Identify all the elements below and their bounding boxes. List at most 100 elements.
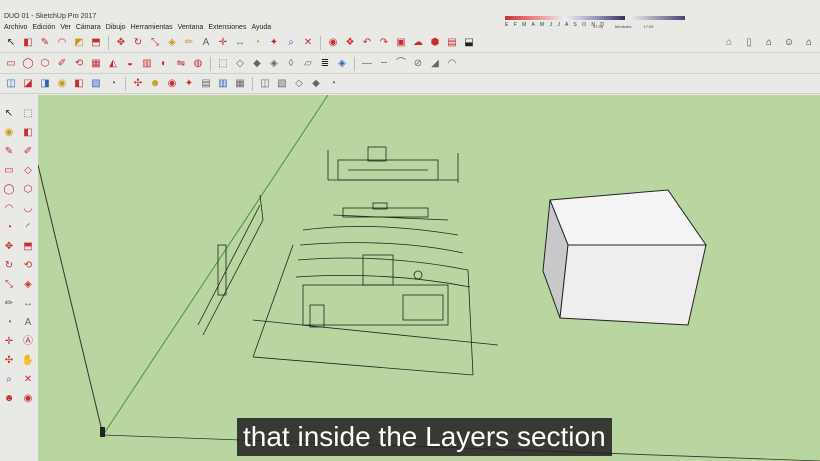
follow-me-icon[interactable]: ⟲ [21,259,35,273]
position-icon[interactable]: ✦ [182,77,196,91]
axes-icon[interactable]: ✛ [2,335,16,349]
freehand-icon[interactable]: ✐ [55,57,69,71]
hidden-line-icon[interactable]: ◇ [233,57,247,71]
house-icon[interactable]: ⌂ [722,36,736,50]
xray-icon[interactable]: ▱ [301,57,315,71]
rectangle-icon[interactable]: ▭ [2,164,16,178]
circle-icon[interactable]: ◯ [21,57,35,71]
shadows-icon[interactable]: ◔ [326,77,340,91]
3pt-arc-icon[interactable]: ◜ [21,221,35,235]
cloud-upload-icon[interactable]: ⬓ [462,36,476,50]
section-plane-icon[interactable]: ▤ [199,77,213,91]
outliner-icon[interactable]: ▧ [275,77,289,91]
freehand-icon[interactable]: ✐ [21,145,35,159]
arc2-icon[interactable]: ◡ [21,202,35,216]
iso-view-icon[interactable]: ◫ [4,77,18,91]
house-outline-icon[interactable]: ⌂ [802,36,816,50]
document-icon[interactable]: ▯ [742,36,756,50]
menu-ver[interactable]: Ver [60,24,71,31]
protractor-icon[interactable]: ◔ [2,316,16,330]
profile-icon[interactable]: ⌒ [394,57,408,71]
stamp-icon[interactable]: ▥ [140,57,154,71]
look-around-icon[interactable]: ◉ [21,392,35,406]
paint-bucket-icon[interactable]: ◉ [2,126,16,140]
orbit-icon[interactable]: ✣ [2,354,16,368]
shape-icon[interactable]: ◩ [72,36,86,50]
select-icon[interactable]: ↖ [4,36,18,50]
menu-dibujo[interactable]: Dibujo [106,24,126,31]
axes-icon[interactable]: ✛ [216,36,230,50]
eraser-icon[interactable]: ◧ [21,36,35,50]
line-style-icon[interactable]: — [360,57,374,71]
endpoints-icon[interactable]: ◢ [428,57,442,71]
arc-icon[interactable]: ◠ [2,202,16,216]
move-icon[interactable]: ✥ [114,36,128,50]
top-view-icon[interactable]: ◪ [21,77,35,91]
arc-icon[interactable]: ◠ [55,36,69,50]
terrain-icon[interactable]: ◭ [106,57,120,71]
menu-camara[interactable]: Cámara [76,24,101,31]
pencil-icon[interactable]: ✎ [2,145,16,159]
walk-icon[interactable]: ☻ [148,77,162,91]
rotate-icon[interactable]: ↻ [2,259,16,273]
rotated-rect-icon[interactable]: ◇ [21,164,35,178]
section-fill-icon[interactable]: ▦ [233,77,247,91]
warehouse-icon[interactable]: ⬢ [428,36,442,50]
search-icon[interactable]: ⌕ [284,36,298,50]
follow-me-icon[interactable]: ⟲ [72,57,86,71]
3d-text-icon[interactable]: Ⓐ [21,335,35,349]
shaded-icon[interactable]: ◆ [250,57,264,71]
select-icon[interactable]: ↖ [2,107,16,121]
pencil-icon[interactable]: ✎ [38,36,52,50]
dimension-icon[interactable]: ↔ [233,36,247,50]
left-view-icon[interactable]: ▧ [89,77,103,91]
drape-icon[interactable]: ◐ [157,57,171,71]
paint-icon[interactable]: ◉ [326,36,340,50]
eraser-icon[interactable]: ◧ [21,126,35,140]
pushpull-icon[interactable]: ⬒ [21,240,35,254]
offset-icon[interactable]: ◈ [165,36,179,50]
polygon-icon[interactable]: ⬡ [38,57,52,71]
camera-icon[interactable]: ✣ [131,77,145,91]
cloud-icon[interactable]: ☁ [411,36,425,50]
zoom-icon[interactable]: ⌕ [2,373,16,387]
front-view-icon[interactable]: ◨ [38,77,52,91]
menu-edicion[interactable]: Edición [32,24,55,31]
menu-ventana[interactable]: Ventana [178,24,204,31]
rectangle-icon[interactable]: ▭ [4,57,18,71]
redo-icon[interactable]: ↷ [377,36,391,50]
move-icon[interactable]: ✥ [2,240,16,254]
textured-icon[interactable]: ◈ [267,57,281,71]
protractor-icon[interactable]: ◔ [250,36,264,50]
scale-icon[interactable]: ⤡ [148,36,162,50]
lasso-icon[interactable]: ⬚ [21,107,35,121]
shadow-settings[interactable]: E F M A M J J A S O N D 07:35 Mediodía 1… [505,16,685,32]
dimension-icon[interactable]: ↔ [21,297,35,311]
tape-icon[interactable]: ✏ [182,36,196,50]
menu-extensiones[interactable]: Extensiones [208,24,246,31]
bottom-view-icon[interactable]: ◔ [106,77,120,91]
text-icon[interactable]: A [199,36,213,50]
section-cut-icon[interactable]: ▥ [216,77,230,91]
right-view-icon[interactable]: ◉ [55,77,69,91]
time-slider[interactable] [630,16,685,20]
layer-icon[interactable]: ◫ [258,77,272,91]
scale-icon[interactable]: ⤡ [2,278,16,292]
sandbox-icon[interactable]: ▦ [89,57,103,71]
zoom-extents-icon[interactable]: ✕ [301,36,315,50]
scenes-icon[interactable]: ◆ [309,77,323,91]
offset-icon[interactable]: ◈ [21,278,35,292]
styles-icon[interactable]: ◇ [292,77,306,91]
materials-icon[interactable]: ◍ [191,57,205,71]
menu-herramientas[interactable]: Herramientas [131,24,173,31]
flip-icon[interactable]: ⇋ [174,57,188,71]
display-style-icon[interactable]: ⬚ [216,57,230,71]
undo-icon[interactable]: ↶ [360,36,374,50]
pushpull-icon[interactable]: ⬒ [89,36,103,50]
tape-icon[interactable]: ✏ [2,297,16,311]
print-icon[interactable]: ▣ [394,36,408,50]
person-icon[interactable]: ☺ [782,36,796,50]
home-icon[interactable]: ⌂ [762,36,776,50]
section-icon[interactable]: ✦ [267,36,281,50]
wireframe-icon[interactable]: ◈ [335,57,349,71]
